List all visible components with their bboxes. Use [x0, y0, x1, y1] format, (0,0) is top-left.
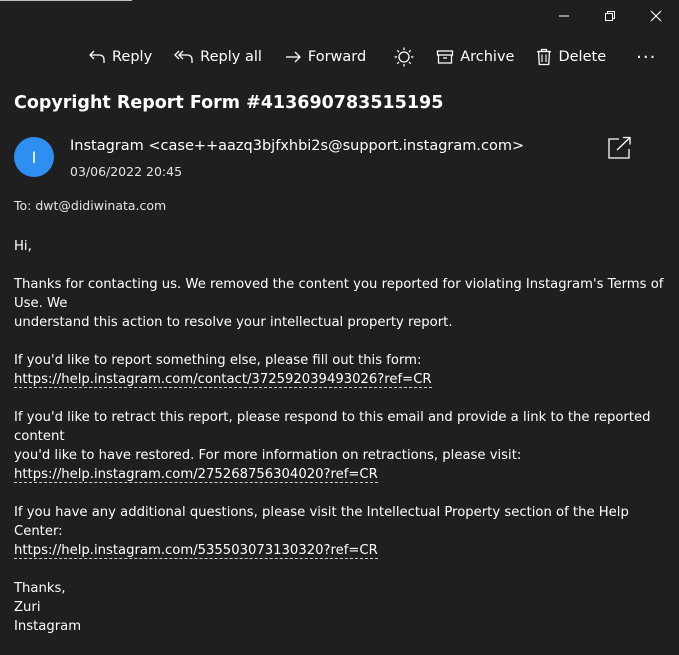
- paragraph-line: If you'd like to report something else, …: [14, 353, 422, 368]
- paragraph-questions: If you have any additional questions, pl…: [14, 503, 664, 560]
- help-center-link[interactable]: https://help.instagram.com/5355030731303…: [14, 543, 378, 559]
- restore-button[interactable]: [587, 6, 633, 26]
- more-options-icon: ···: [636, 46, 657, 68]
- window-controls: [541, 6, 679, 26]
- close-icon: [650, 10, 662, 22]
- popout-button[interactable]: [607, 136, 633, 160]
- report-form-link[interactable]: https://help.instagram.com/contact/37259…: [14, 372, 432, 388]
- signoff-company: Instagram: [14, 619, 82, 634]
- retraction-info-link[interactable]: https://help.instagram.com/2752687563040…: [14, 467, 378, 483]
- reply-icon: [89, 50, 105, 63]
- paragraph-retract: If you'd like to retract this report, pl…: [14, 408, 664, 484]
- message-body: Hi, Thanks for contacting us. We removed…: [14, 237, 664, 655]
- restore-icon: [605, 11, 615, 21]
- reply-all-icon: [174, 50, 193, 63]
- paragraph-line: understand this action to resolve your i…: [14, 315, 453, 330]
- reply-all-button[interactable]: Reply all: [174, 44, 262, 70]
- message-subject: Copyright Report Form #413690783515195: [14, 93, 444, 113]
- archive-icon: [437, 50, 454, 64]
- delete-label: Delete: [558, 49, 607, 65]
- forward-icon: [285, 51, 301, 63]
- reply-all-label: Reply all: [200, 49, 262, 65]
- paragraph-line: you'd like to have restored. For more in…: [14, 448, 522, 463]
- minimize-button[interactable]: [541, 6, 587, 26]
- sender-avatar: I: [14, 137, 54, 177]
- archive-button[interactable]: Archive: [436, 44, 514, 70]
- minimize-icon: [559, 15, 569, 17]
- reply-label: Reply: [112, 49, 153, 65]
- avatar-initial: I: [31, 147, 37, 167]
- paragraph-line: If you have any additional questions, pl…: [14, 505, 629, 539]
- forward-label: Forward: [307, 49, 367, 65]
- paragraph-line: If you'd like to retract this report, pl…: [14, 410, 651, 444]
- reply-button[interactable]: Reply: [88, 44, 152, 70]
- forward-button[interactable]: Forward: [284, 44, 366, 70]
- paragraph-removal: Thanks for contacting us. We removed the…: [14, 275, 664, 332]
- paragraph-line: Thanks for contacting us. We removed the…: [14, 277, 664, 311]
- signature: Thanks, Zuri Instagram: [14, 579, 664, 636]
- paragraph-report-else: If you'd like to report something else, …: [14, 351, 664, 389]
- title-bar-edge: [0, 0, 132, 1]
- open-in-new-window-icon: [608, 136, 631, 159]
- more-options-button[interactable]: ···: [636, 44, 656, 70]
- signoff-name: Zuri: [14, 600, 41, 615]
- sender-address[interactable]: Instagram <case++aazq3bjfxhbi2s@support.…: [70, 138, 524, 154]
- theme-toggle-button[interactable]: [394, 44, 414, 70]
- close-button[interactable]: [633, 6, 679, 26]
- sun-icon: [394, 47, 414, 67]
- delete-button[interactable]: Delete: [536, 44, 606, 70]
- trash-icon: [537, 48, 552, 66]
- greeting: Hi,: [14, 239, 32, 254]
- archive-label: Archive: [460, 49, 515, 65]
- recipient-line: To: dwt@didiwinata.com: [14, 198, 167, 213]
- message-date: 03/06/2022 20:45: [70, 164, 183, 179]
- signoff-thanks: Thanks,: [14, 581, 66, 596]
- message-toolbar: Reply Reply all Forward Archive Delete ·…: [88, 44, 656, 70]
